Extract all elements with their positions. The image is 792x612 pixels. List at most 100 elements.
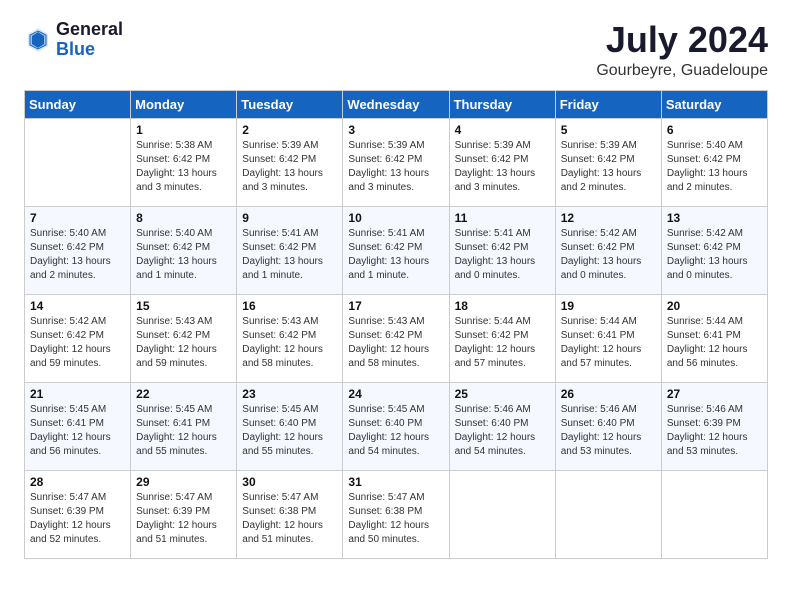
day-info: Sunrise: 5:39 AM Sunset: 6:42 PM Dayligh… xyxy=(242,139,337,195)
calendar-week-row: 21 Sunrise: 5:45 AM Sunset: 6:41 PM Dayli… xyxy=(25,382,768,470)
col-saturday: Saturday xyxy=(661,90,767,118)
table-row: 4Sunrise: 5:39 AM Sunset: 6:42 PM Daylig… xyxy=(449,118,555,206)
table-row: 2 Sunrise: 5:39 AM Sunset: 6:42 PM Daylig… xyxy=(237,118,343,206)
main-title: July 2024 xyxy=(596,20,768,60)
day-info: Sunrise: 5:45 AM Sunset: 6:40 PM Dayligh… xyxy=(242,403,337,459)
day-info: Sunrise: 5:40 AM Sunset: 6:42 PM Dayligh… xyxy=(136,227,231,283)
day-info: Sunrise: 5:46 AM Sunset: 6:39 PM Dayligh… xyxy=(667,403,762,459)
day-number: 22 xyxy=(136,387,231,401)
table-row: 21 Sunrise: 5:45 AM Sunset: 6:41 PM Dayli… xyxy=(25,382,131,470)
table-row: 30 Sunrise: 5:47 AM Sunset: 6:38 PM Dayli… xyxy=(237,470,343,558)
day-info: Sunrise: 5:45 AM Sunset: 6:40 PM Dayligh… xyxy=(348,403,443,459)
logo-text: General Blue xyxy=(56,20,123,60)
day-number: 26 xyxy=(561,387,656,401)
day-number: 4 xyxy=(455,123,550,137)
day-info: Sunrise: 5:42 AM Sunset: 6:42 PM Dayligh… xyxy=(30,315,125,371)
table-row: 6 Sunrise: 5:40 AM Sunset: 6:42 PM Daylig… xyxy=(661,118,767,206)
table-row xyxy=(661,470,767,558)
page: General Blue July 2024 Gourbeyre, Guadel… xyxy=(0,0,792,612)
day-number: 21 xyxy=(30,387,125,401)
day-number: 24 xyxy=(348,387,443,401)
day-number: 31 xyxy=(348,475,443,489)
day-number: 2 xyxy=(242,123,337,137)
calendar: Sunday Monday Tuesday Wednesday Thursday… xyxy=(24,90,768,559)
table-row: 13 Sunrise: 5:42 AM Sunset: 6:42 PM Dayli… xyxy=(661,206,767,294)
day-number: 13 xyxy=(667,211,762,225)
table-row: 12 Sunrise: 5:42 AM Sunset: 6:42 PM Dayli… xyxy=(555,206,661,294)
day-info: Sunrise: 5:39 AM Sunset: 6:42 PM Dayligh… xyxy=(561,139,656,195)
calendar-header-row: Sunday Monday Tuesday Wednesday Thursday… xyxy=(25,90,768,118)
day-number: 30 xyxy=(242,475,337,489)
col-tuesday: Tuesday xyxy=(237,90,343,118)
header: General Blue July 2024 Gourbeyre, Guadel… xyxy=(24,20,768,80)
table-row xyxy=(449,470,555,558)
day-info: Sunrise: 5:41 AM Sunset: 6:42 PM Dayligh… xyxy=(348,227,443,283)
calendar-week-row: 14Sunrise: 5:42 AM Sunset: 6:42 PM Dayli… xyxy=(25,294,768,382)
table-row: 23 Sunrise: 5:45 AM Sunset: 6:40 PM Dayli… xyxy=(237,382,343,470)
table-row: 10 Sunrise: 5:41 AM Sunset: 6:42 PM Dayli… xyxy=(343,206,449,294)
day-info: Sunrise: 5:44 AM Sunset: 6:41 PM Dayligh… xyxy=(561,315,656,371)
day-info: Sunrise: 5:47 AM Sunset: 6:38 PM Dayligh… xyxy=(242,491,337,547)
col-friday: Friday xyxy=(555,90,661,118)
table-row: 20 Sunrise: 5:44 AM Sunset: 6:41 PM Dayli… xyxy=(661,294,767,382)
day-number: 19 xyxy=(561,299,656,313)
day-number: 6 xyxy=(667,123,762,137)
day-number: 20 xyxy=(667,299,762,313)
day-number: 3 xyxy=(348,123,443,137)
table-row xyxy=(555,470,661,558)
day-info: Sunrise: 5:39 AM Sunset: 6:42 PM Dayligh… xyxy=(348,139,443,195)
day-number: 10 xyxy=(348,211,443,225)
col-sunday: Sunday xyxy=(25,90,131,118)
table-row: 17 Sunrise: 5:43 AM Sunset: 6:42 PM Dayli… xyxy=(343,294,449,382)
day-number: 23 xyxy=(242,387,337,401)
table-row: 7 Sunrise: 5:40 AM Sunset: 6:42 PM Daylig… xyxy=(25,206,131,294)
table-row: 27Sunrise: 5:46 AM Sunset: 6:39 PM Dayli… xyxy=(661,382,767,470)
col-thursday: Thursday xyxy=(449,90,555,118)
day-number: 29 xyxy=(136,475,231,489)
table-row: 5 Sunrise: 5:39 AM Sunset: 6:42 PM Daylig… xyxy=(555,118,661,206)
day-info: Sunrise: 5:43 AM Sunset: 6:42 PM Dayligh… xyxy=(348,315,443,371)
title-block: July 2024 Gourbeyre, Guadeloupe xyxy=(596,20,768,80)
day-info: Sunrise: 5:44 AM Sunset: 6:41 PM Dayligh… xyxy=(667,315,762,371)
day-number: 5 xyxy=(561,123,656,137)
day-info: Sunrise: 5:45 AM Sunset: 6:41 PM Dayligh… xyxy=(30,403,125,459)
day-info: Sunrise: 5:47 AM Sunset: 6:39 PM Dayligh… xyxy=(136,491,231,547)
subtitle: Gourbeyre, Guadeloupe xyxy=(596,62,768,80)
table-row: 11Sunrise: 5:41 AM Sunset: 6:42 PM Dayli… xyxy=(449,206,555,294)
logo: General Blue xyxy=(24,20,123,60)
calendar-week-row: 7 Sunrise: 5:40 AM Sunset: 6:42 PM Daylig… xyxy=(25,206,768,294)
day-info: Sunrise: 5:40 AM Sunset: 6:42 PM Dayligh… xyxy=(30,227,125,283)
table-row: 31 Sunrise: 5:47 AM Sunset: 6:38 PM Dayli… xyxy=(343,470,449,558)
day-info: Sunrise: 5:40 AM Sunset: 6:42 PM Dayligh… xyxy=(667,139,762,195)
table-row: 16 Sunrise: 5:43 AM Sunset: 6:42 PM Dayli… xyxy=(237,294,343,382)
day-number: 17 xyxy=(348,299,443,313)
table-row: 25Sunrise: 5:46 AM Sunset: 6:40 PM Dayli… xyxy=(449,382,555,470)
table-row: 14Sunrise: 5:42 AM Sunset: 6:42 PM Dayli… xyxy=(25,294,131,382)
calendar-week-row: 1Sunrise: 5:38 AM Sunset: 6:42 PM Daylig… xyxy=(25,118,768,206)
table-row: 28 Sunrise: 5:47 AM Sunset: 6:39 PM Dayli… xyxy=(25,470,131,558)
day-info: Sunrise: 5:47 AM Sunset: 6:39 PM Dayligh… xyxy=(30,491,125,547)
day-number: 12 xyxy=(561,211,656,225)
table-row: 26 Sunrise: 5:46 AM Sunset: 6:40 PM Dayli… xyxy=(555,382,661,470)
day-info: Sunrise: 5:41 AM Sunset: 6:42 PM Dayligh… xyxy=(242,227,337,283)
table-row: 1Sunrise: 5:38 AM Sunset: 6:42 PM Daylig… xyxy=(131,118,237,206)
day-info: Sunrise: 5:43 AM Sunset: 6:42 PM Dayligh… xyxy=(136,315,231,371)
table-row: 18Sunrise: 5:44 AM Sunset: 6:42 PM Dayli… xyxy=(449,294,555,382)
col-monday: Monday xyxy=(131,90,237,118)
day-info: Sunrise: 5:46 AM Sunset: 6:40 PM Dayligh… xyxy=(455,403,550,459)
day-number: 16 xyxy=(242,299,337,313)
day-info: Sunrise: 5:46 AM Sunset: 6:40 PM Dayligh… xyxy=(561,403,656,459)
day-info: Sunrise: 5:47 AM Sunset: 6:38 PM Dayligh… xyxy=(348,491,443,547)
day-info: Sunrise: 5:38 AM Sunset: 6:42 PM Dayligh… xyxy=(136,139,231,195)
day-number: 7 xyxy=(30,211,125,225)
day-info: Sunrise: 5:42 AM Sunset: 6:42 PM Dayligh… xyxy=(667,227,762,283)
day-info: Sunrise: 5:43 AM Sunset: 6:42 PM Dayligh… xyxy=(242,315,337,371)
table-row xyxy=(25,118,131,206)
day-number: 15 xyxy=(136,299,231,313)
day-number: 28 xyxy=(30,475,125,489)
day-number: 8 xyxy=(136,211,231,225)
logo-blue: Blue xyxy=(56,40,123,60)
day-info: Sunrise: 5:42 AM Sunset: 6:42 PM Dayligh… xyxy=(561,227,656,283)
table-row: 3 Sunrise: 5:39 AM Sunset: 6:42 PM Daylig… xyxy=(343,118,449,206)
day-info: Sunrise: 5:41 AM Sunset: 6:42 PM Dayligh… xyxy=(455,227,550,283)
